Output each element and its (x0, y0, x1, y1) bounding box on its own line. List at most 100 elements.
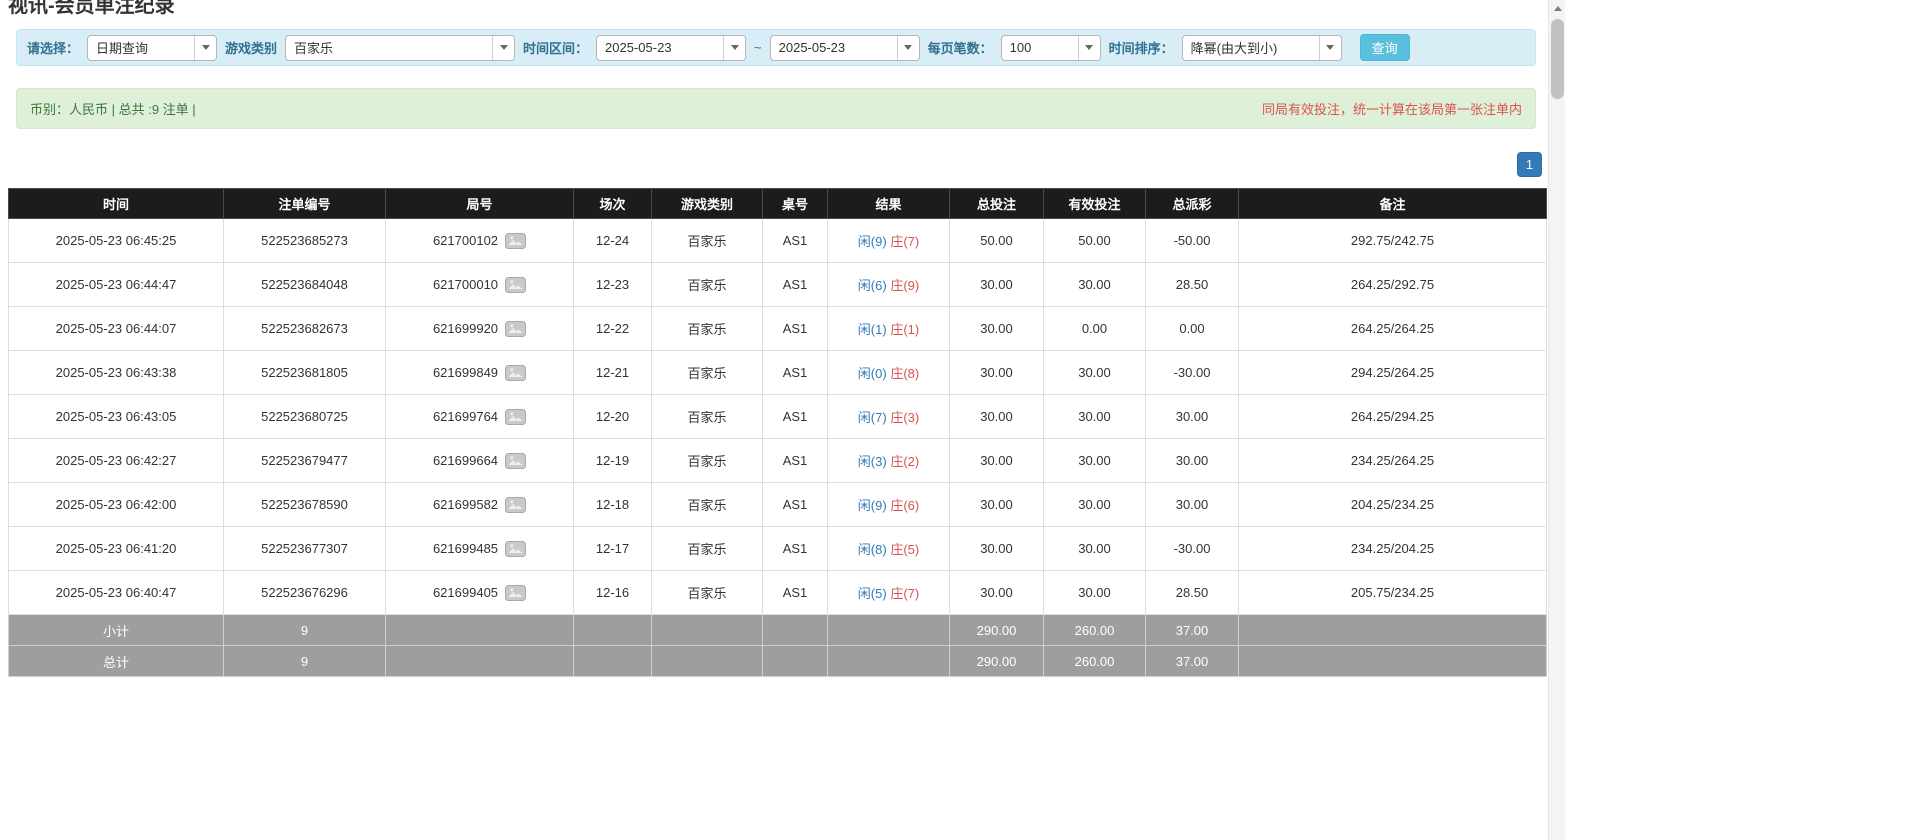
round-replay-icon[interactable] (505, 365, 526, 381)
round-replay-icon[interactable] (505, 497, 526, 513)
cell-bet-id: 522523680725 (224, 395, 386, 439)
scrollbar-thumb[interactable] (1551, 19, 1564, 99)
table-row: 2025-05-23 06:45:25522523685273621700102… (9, 219, 1547, 263)
result-player: 闲(7) (858, 410, 887, 425)
result-player: 闲(9) (858, 498, 887, 513)
query-type-caret-button[interactable] (194, 36, 216, 60)
result-banker: 庄(7) (890, 586, 919, 601)
sort-label: 时间排序： (1109, 38, 1174, 57)
cell-valid-bet: 30.00 (1044, 571, 1146, 615)
header-total-bet: 总投注 (950, 189, 1044, 219)
cell-game-type: 百家乐 (652, 439, 763, 483)
cell-remark: 264.25/294.25 (1239, 395, 1547, 439)
cell-total-bet[interactable]: 50.00 (950, 219, 1044, 263)
cell-valid-bet: 30.00 (1044, 483, 1146, 527)
game-type-select[interactable]: 百家乐 (285, 35, 515, 61)
page-1-button[interactable]: 1 (1517, 152, 1542, 177)
total-count: 9 (224, 646, 386, 677)
result-banker: 庄(7) (890, 234, 919, 249)
round-replay-icon[interactable] (505, 541, 526, 557)
cell-session: 12-17 (574, 527, 652, 571)
sort-caret-button[interactable] (1319, 36, 1341, 60)
cell-total-bet[interactable]: 30.00 (950, 483, 1044, 527)
header-bet-id: 注单编号 (224, 189, 386, 219)
total-payout: 37.00 (1146, 646, 1239, 677)
cell-payout: -30.00 (1146, 527, 1239, 571)
scrollbar-up-arrow[interactable] (1549, 0, 1566, 17)
page-size-caret-button[interactable] (1078, 36, 1100, 60)
result-banker: 庄(6) (890, 498, 919, 513)
round-replay-icon[interactable] (505, 585, 526, 601)
cell-total-bet[interactable]: 30.00 (950, 571, 1044, 615)
round-replay-icon[interactable] (505, 453, 526, 469)
cell-result: 闲(0) 庄(8) (828, 351, 950, 395)
date-from-select[interactable]: 2025-05-23 (596, 35, 746, 61)
round-number: 621700010 (433, 277, 498, 292)
page-size-select[interactable]: 100 (1001, 35, 1101, 61)
cell-bet-id: 522523685273 (224, 219, 386, 263)
cell-result: 闲(7) 庄(3) (828, 395, 950, 439)
cell-session: 12-18 (574, 483, 652, 527)
game-type-caret-button[interactable] (492, 36, 514, 60)
cell-game-type: 百家乐 (652, 527, 763, 571)
cell-table-no: AS1 (763, 527, 828, 571)
round-number: 621699920 (433, 321, 498, 336)
subtotal-row: 小计 9 290.00 260.00 37.00 (9, 615, 1547, 646)
cell-round: 621699849 (386, 351, 574, 395)
round-replay-icon[interactable] (505, 321, 526, 337)
cell-valid-bet: 30.00 (1044, 351, 1146, 395)
cell-payout: -30.00 (1146, 351, 1239, 395)
cell-game-type: 百家乐 (652, 219, 763, 263)
cell-table-no: AS1 (763, 395, 828, 439)
search-button[interactable]: 查询 (1360, 34, 1410, 61)
cell-payout: -50.00 (1146, 219, 1239, 263)
sort-select[interactable]: 降幂(由大到小) (1182, 35, 1342, 61)
cell-total-bet[interactable]: 30.00 (950, 439, 1044, 483)
cell-session: 12-20 (574, 395, 652, 439)
result-banker: 庄(8) (890, 366, 919, 381)
date-to-select[interactable]: 2025-05-23 (770, 35, 920, 61)
vertical-scrollbar[interactable] (1548, 0, 1565, 840)
cell-total-bet[interactable]: 30.00 (950, 307, 1044, 351)
cell-bet-id: 522523679477 (224, 439, 386, 483)
cell-total-bet[interactable]: 30.00 (950, 351, 1044, 395)
cell-valid-bet: 50.00 (1044, 219, 1146, 263)
cell-total-bet[interactable]: 30.00 (950, 395, 1044, 439)
cell-round: 621700010 (386, 263, 574, 307)
date-from-caret-button[interactable] (723, 36, 745, 60)
cell-remark: 264.25/264.25 (1239, 307, 1547, 351)
cell-payout: 0.00 (1146, 307, 1239, 351)
cell-session: 12-22 (574, 307, 652, 351)
table-row: 2025-05-23 06:44:07522523682673621699920… (9, 307, 1547, 351)
date-to-caret-button[interactable] (897, 36, 919, 60)
table-row: 2025-05-23 06:41:20522523677307621699485… (9, 527, 1547, 571)
records-page: 视讯-会员单注纪录 请选择： 日期查询 游戏类别 百家乐 时间区间： 2025-… (0, 0, 1565, 840)
cell-remark: 264.25/292.75 (1239, 263, 1547, 307)
round-number: 621699405 (433, 585, 498, 600)
round-replay-icon[interactable] (505, 233, 526, 249)
summary-bar: 币别：人民币 | 总共 :9 注单 | 同局有效投注，统一计算在该局第一张注单内 (16, 88, 1536, 129)
cell-table-no: AS1 (763, 571, 828, 615)
cell-time: 2025-05-23 06:45:25 (9, 219, 224, 263)
table-row: 2025-05-23 06:44:47522523684048621700010… (9, 263, 1547, 307)
page-size-value: 100 (1002, 36, 1078, 60)
date-range-label: 时间区间： (523, 38, 588, 57)
header-result: 结果 (828, 189, 950, 219)
cell-remark: 204.25/234.25 (1239, 483, 1547, 527)
cell-session: 12-24 (574, 219, 652, 263)
cell-time: 2025-05-23 06:41:20 (9, 527, 224, 571)
chevron-down-icon (1326, 45, 1334, 50)
cell-valid-bet: 30.00 (1044, 527, 1146, 571)
round-replay-icon[interactable] (505, 277, 526, 293)
round-replay-icon[interactable] (505, 409, 526, 425)
query-type-select[interactable]: 日期查询 (87, 35, 217, 61)
cell-total-bet[interactable]: 30.00 (950, 263, 1044, 307)
cell-time: 2025-05-23 06:42:27 (9, 439, 224, 483)
query-type-value: 日期查询 (88, 36, 194, 60)
result-banker: 庄(5) (890, 542, 919, 557)
cell-total-bet[interactable]: 30.00 (950, 527, 1044, 571)
table-row: 2025-05-23 06:42:00522523678590621699582… (9, 483, 1547, 527)
result-banker: 庄(9) (890, 278, 919, 293)
cell-game-type: 百家乐 (652, 307, 763, 351)
round-number: 621699764 (433, 409, 498, 424)
